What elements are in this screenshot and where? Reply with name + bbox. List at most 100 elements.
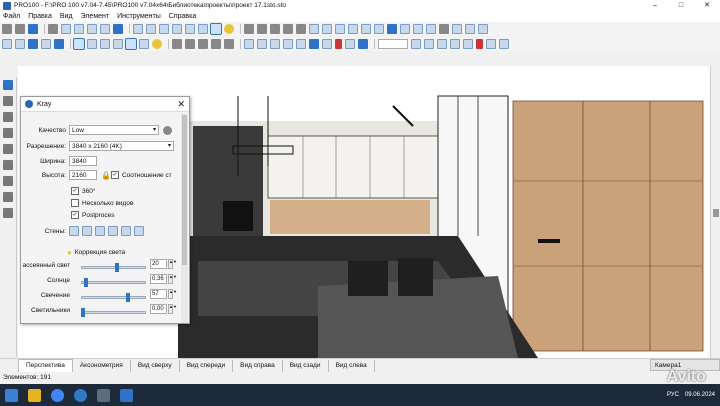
unit-icon[interactable] xyxy=(424,39,434,49)
group-icon[interactable] xyxy=(335,24,345,34)
texture-icon[interactable] xyxy=(146,24,156,34)
align-icon[interactable] xyxy=(309,24,319,34)
zoom-all-icon[interactable] xyxy=(198,39,208,49)
distribute-icon[interactable] xyxy=(322,24,332,34)
explorer-icon[interactable] xyxy=(28,388,41,402)
render-icon[interactable] xyxy=(210,23,222,35)
menu-view[interactable]: Вид xyxy=(60,13,73,20)
print-icon[interactable] xyxy=(48,24,58,34)
sun-spinner[interactable]: ▲▼ xyxy=(168,274,177,284)
magnet-icon[interactable] xyxy=(335,39,342,49)
select-box-tool-icon[interactable] xyxy=(3,96,13,106)
shadows-icon[interactable] xyxy=(113,39,123,49)
gear-icon[interactable] xyxy=(163,125,172,135)
menu-edit[interactable]: Правка xyxy=(28,13,52,20)
tab-left[interactable]: Вид слева xyxy=(329,359,375,372)
sun-slider[interactable] xyxy=(81,278,146,287)
clock[interactable]: 09.06.2024 xyxy=(685,391,715,399)
open-icon[interactable] xyxy=(15,24,25,34)
copy-icon[interactable] xyxy=(283,24,293,34)
wall-type-2-icon[interactable] xyxy=(82,226,92,236)
height-input[interactable]: 2160 xyxy=(69,170,97,180)
width-input[interactable]: 3840 xyxy=(69,156,97,166)
lock-icon[interactable] xyxy=(387,24,397,34)
measure-icon[interactable] xyxy=(374,24,384,34)
tab-top[interactable]: Вид сверху xyxy=(131,359,180,372)
pro100-icon[interactable] xyxy=(97,388,110,402)
wall-type-3-icon[interactable] xyxy=(95,226,105,236)
cut-icon[interactable] xyxy=(270,24,280,34)
glow-value[interactable]: 57 xyxy=(150,289,167,299)
dialog-close-icon[interactable]: ✕ xyxy=(177,99,185,110)
textured-icon[interactable] xyxy=(41,39,51,49)
multi-view-checkbox[interactable] xyxy=(71,199,79,207)
snap-icon[interactable] xyxy=(400,24,410,34)
app-icon[interactable] xyxy=(74,388,87,402)
menu-tools[interactable]: Инструменты xyxy=(117,13,161,20)
kray-taskbar-icon[interactable] xyxy=(120,388,133,402)
lamp-icon[interactable] xyxy=(152,39,162,49)
dims-icon[interactable] xyxy=(244,39,254,49)
show-icon[interactable] xyxy=(426,24,436,34)
lock-icon[interactable]: 🔒 xyxy=(101,171,111,180)
360-checkbox[interactable]: ✓ xyxy=(71,187,79,195)
redo-icon[interactable] xyxy=(257,24,267,34)
solid-icon[interactable] xyxy=(15,39,25,49)
shaded-icon[interactable] xyxy=(28,39,38,49)
zoom-combo[interactable] xyxy=(378,39,408,49)
snap-grid-icon[interactable] xyxy=(322,39,332,49)
resolution-select[interactable]: 3840 x 2160 (4K) ▾ xyxy=(69,141,174,151)
sun-value[interactable]: 0,36 xyxy=(150,274,167,284)
orbit-icon[interactable] xyxy=(224,39,234,49)
wall-type-4-icon[interactable] xyxy=(108,226,118,236)
lamps-value[interactable]: 0,00 xyxy=(150,304,167,314)
ambient-value[interactable]: 20 xyxy=(150,259,167,269)
edges-icon[interactable] xyxy=(100,39,110,49)
axes-icon[interactable] xyxy=(283,39,293,49)
cube-icon[interactable] xyxy=(74,24,84,34)
zoom-out-icon[interactable] xyxy=(185,39,195,49)
extra-icon[interactable] xyxy=(486,39,496,49)
wall-type-5-icon[interactable] xyxy=(121,226,131,236)
panel-icon[interactable] xyxy=(87,24,97,34)
material-icon[interactable] xyxy=(139,39,149,49)
paint-tool-icon[interactable] xyxy=(3,160,13,170)
realistic-icon[interactable] xyxy=(54,39,64,49)
wall-type-6-icon[interactable] xyxy=(134,226,144,236)
cut-tool-icon[interactable] xyxy=(3,208,13,218)
tab-back[interactable]: Вид сзади xyxy=(283,359,329,372)
move-mode-icon[interactable] xyxy=(87,39,97,49)
fit-icon[interactable] xyxy=(345,39,355,49)
grid-show-icon[interactable] xyxy=(270,39,280,49)
hand-tool-icon[interactable] xyxy=(3,112,13,122)
ambient-spinner[interactable]: ▲▼ xyxy=(168,259,177,269)
tab-axonometry[interactable]: Аксонометрия xyxy=(73,359,131,372)
mirror-icon[interactable] xyxy=(348,24,358,34)
scale-tool-icon[interactable] xyxy=(3,192,13,202)
lamps-spinner[interactable]: ▲▼ xyxy=(168,304,177,314)
zoom-in-icon[interactable] xyxy=(172,39,182,49)
paste-icon[interactable] xyxy=(296,24,306,34)
list-icon[interactable] xyxy=(439,24,449,34)
glow-spinner[interactable]: ▲▼ xyxy=(168,289,177,299)
box-icon[interactable] xyxy=(61,24,71,34)
postprocess-checkbox[interactable]: ✓ xyxy=(71,211,79,219)
pan-icon[interactable] xyxy=(211,39,221,49)
camera-icon[interactable] xyxy=(185,24,195,34)
new-file-icon[interactable] xyxy=(2,24,12,34)
start-icon[interactable] xyxy=(5,388,18,402)
lamps-slider[interactable] xyxy=(81,308,146,317)
layout-icon[interactable] xyxy=(172,24,182,34)
quality-select[interactable]: Low ▾ xyxy=(69,125,159,135)
door-icon[interactable] xyxy=(100,24,110,34)
close-icon[interactable]: ✕ xyxy=(694,0,720,11)
scale-icon[interactable] xyxy=(411,39,421,49)
export-icon[interactable] xyxy=(465,24,475,34)
wireframe-icon[interactable] xyxy=(2,39,12,49)
view-icon[interactable] xyxy=(133,24,143,34)
undo-icon[interactable] xyxy=(244,24,254,34)
rotate-icon[interactable] xyxy=(361,24,371,34)
wall-type-1-icon[interactable] xyxy=(69,226,79,236)
save-icon[interactable] xyxy=(28,24,38,34)
ruler-icon[interactable] xyxy=(437,39,447,49)
